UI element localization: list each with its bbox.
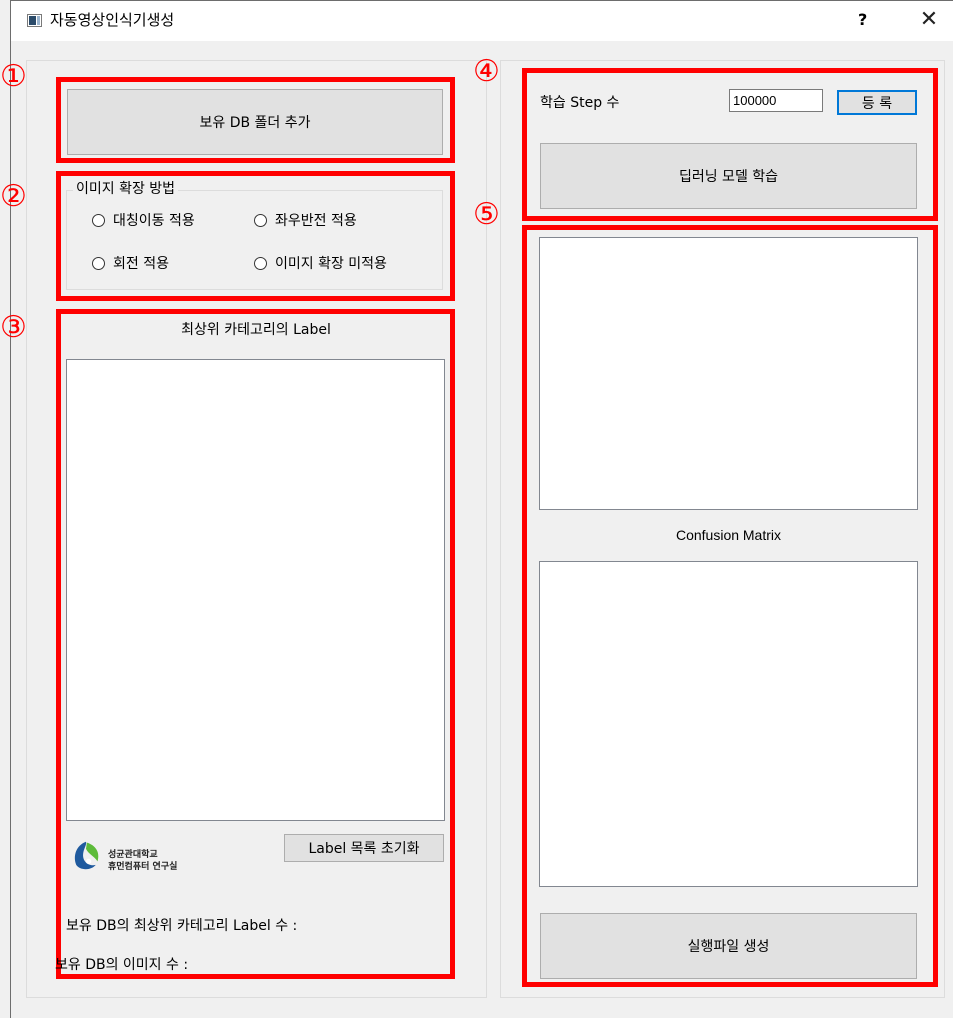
window-title: 자동영상인식기생성 (50, 11, 175, 29)
help-button[interactable]: ? (858, 10, 867, 30)
label-list-header: 최상위 카테고리의 Label (181, 322, 331, 338)
annotation-4: ④ (473, 54, 500, 89)
confusion-matrix-label: Confusion Matrix (675, 527, 782, 543)
build-executable-button[interactable]: 실행파일 생성 (540, 913, 917, 979)
radio-circle-icon (254, 213, 267, 227)
radio-label: 이미지 확장 미적용 (275, 256, 387, 272)
label-listbox[interactable] (66, 359, 445, 821)
radio-label: 대칭이동 적용 (113, 213, 195, 229)
training-step-label: 학습 Step 수 (540, 95, 620, 111)
logo-line-1: 성균관대학교 (108, 850, 158, 860)
radio-horizontal-flip[interactable]: 좌우반전 적용 (254, 210, 357, 230)
confusion-matrix-panel (539, 561, 918, 887)
image-count-text: 보유 DB의 이미지 수 : (55, 957, 189, 973)
reset-label-list-button[interactable]: Label 목록 초기화 (284, 834, 444, 862)
radio-circle-icon (92, 213, 105, 227)
radio-no-augmentation[interactable]: 이미지 확장 미적용 (254, 253, 387, 273)
close-button[interactable]: ✕ (915, 7, 943, 35)
radio-symmetric-shift[interactable]: 대칭이동 적용 (92, 210, 195, 230)
image-augmentation-legend: 이미지 확장 방법 (73, 180, 179, 198)
train-deep-learning-model-button[interactable]: 딥러닝 모델 학습 (540, 143, 917, 209)
annotation-2: ② (0, 179, 27, 214)
training-step-input[interactable]: 100000 (729, 89, 823, 112)
radio-label: 회전 적용 (113, 256, 169, 272)
logo-line-2: 휴먼컴퓨터 연구실 (108, 862, 178, 872)
label-count-text: 보유 DB의 최상위 카테고리 Label 수 : (66, 918, 298, 934)
radio-label: 좌우반전 적용 (275, 213, 357, 229)
radio-circle-icon (92, 256, 105, 270)
app-window-icon (27, 14, 42, 27)
radio-circle-icon (254, 256, 267, 270)
annotation-5: ⑤ (473, 197, 500, 232)
result-image-panel (539, 237, 918, 510)
annotation-3: ③ (0, 310, 27, 345)
image-augmentation-group (66, 190, 443, 290)
skku-logo-icon (70, 840, 104, 876)
add-db-folder-button[interactable]: 보유 DB 폴더 추가 (67, 89, 443, 155)
register-button[interactable]: 등 록 (837, 90, 917, 115)
annotation-1: ① (0, 59, 27, 94)
radio-rotation[interactable]: 회전 적용 (92, 253, 169, 273)
